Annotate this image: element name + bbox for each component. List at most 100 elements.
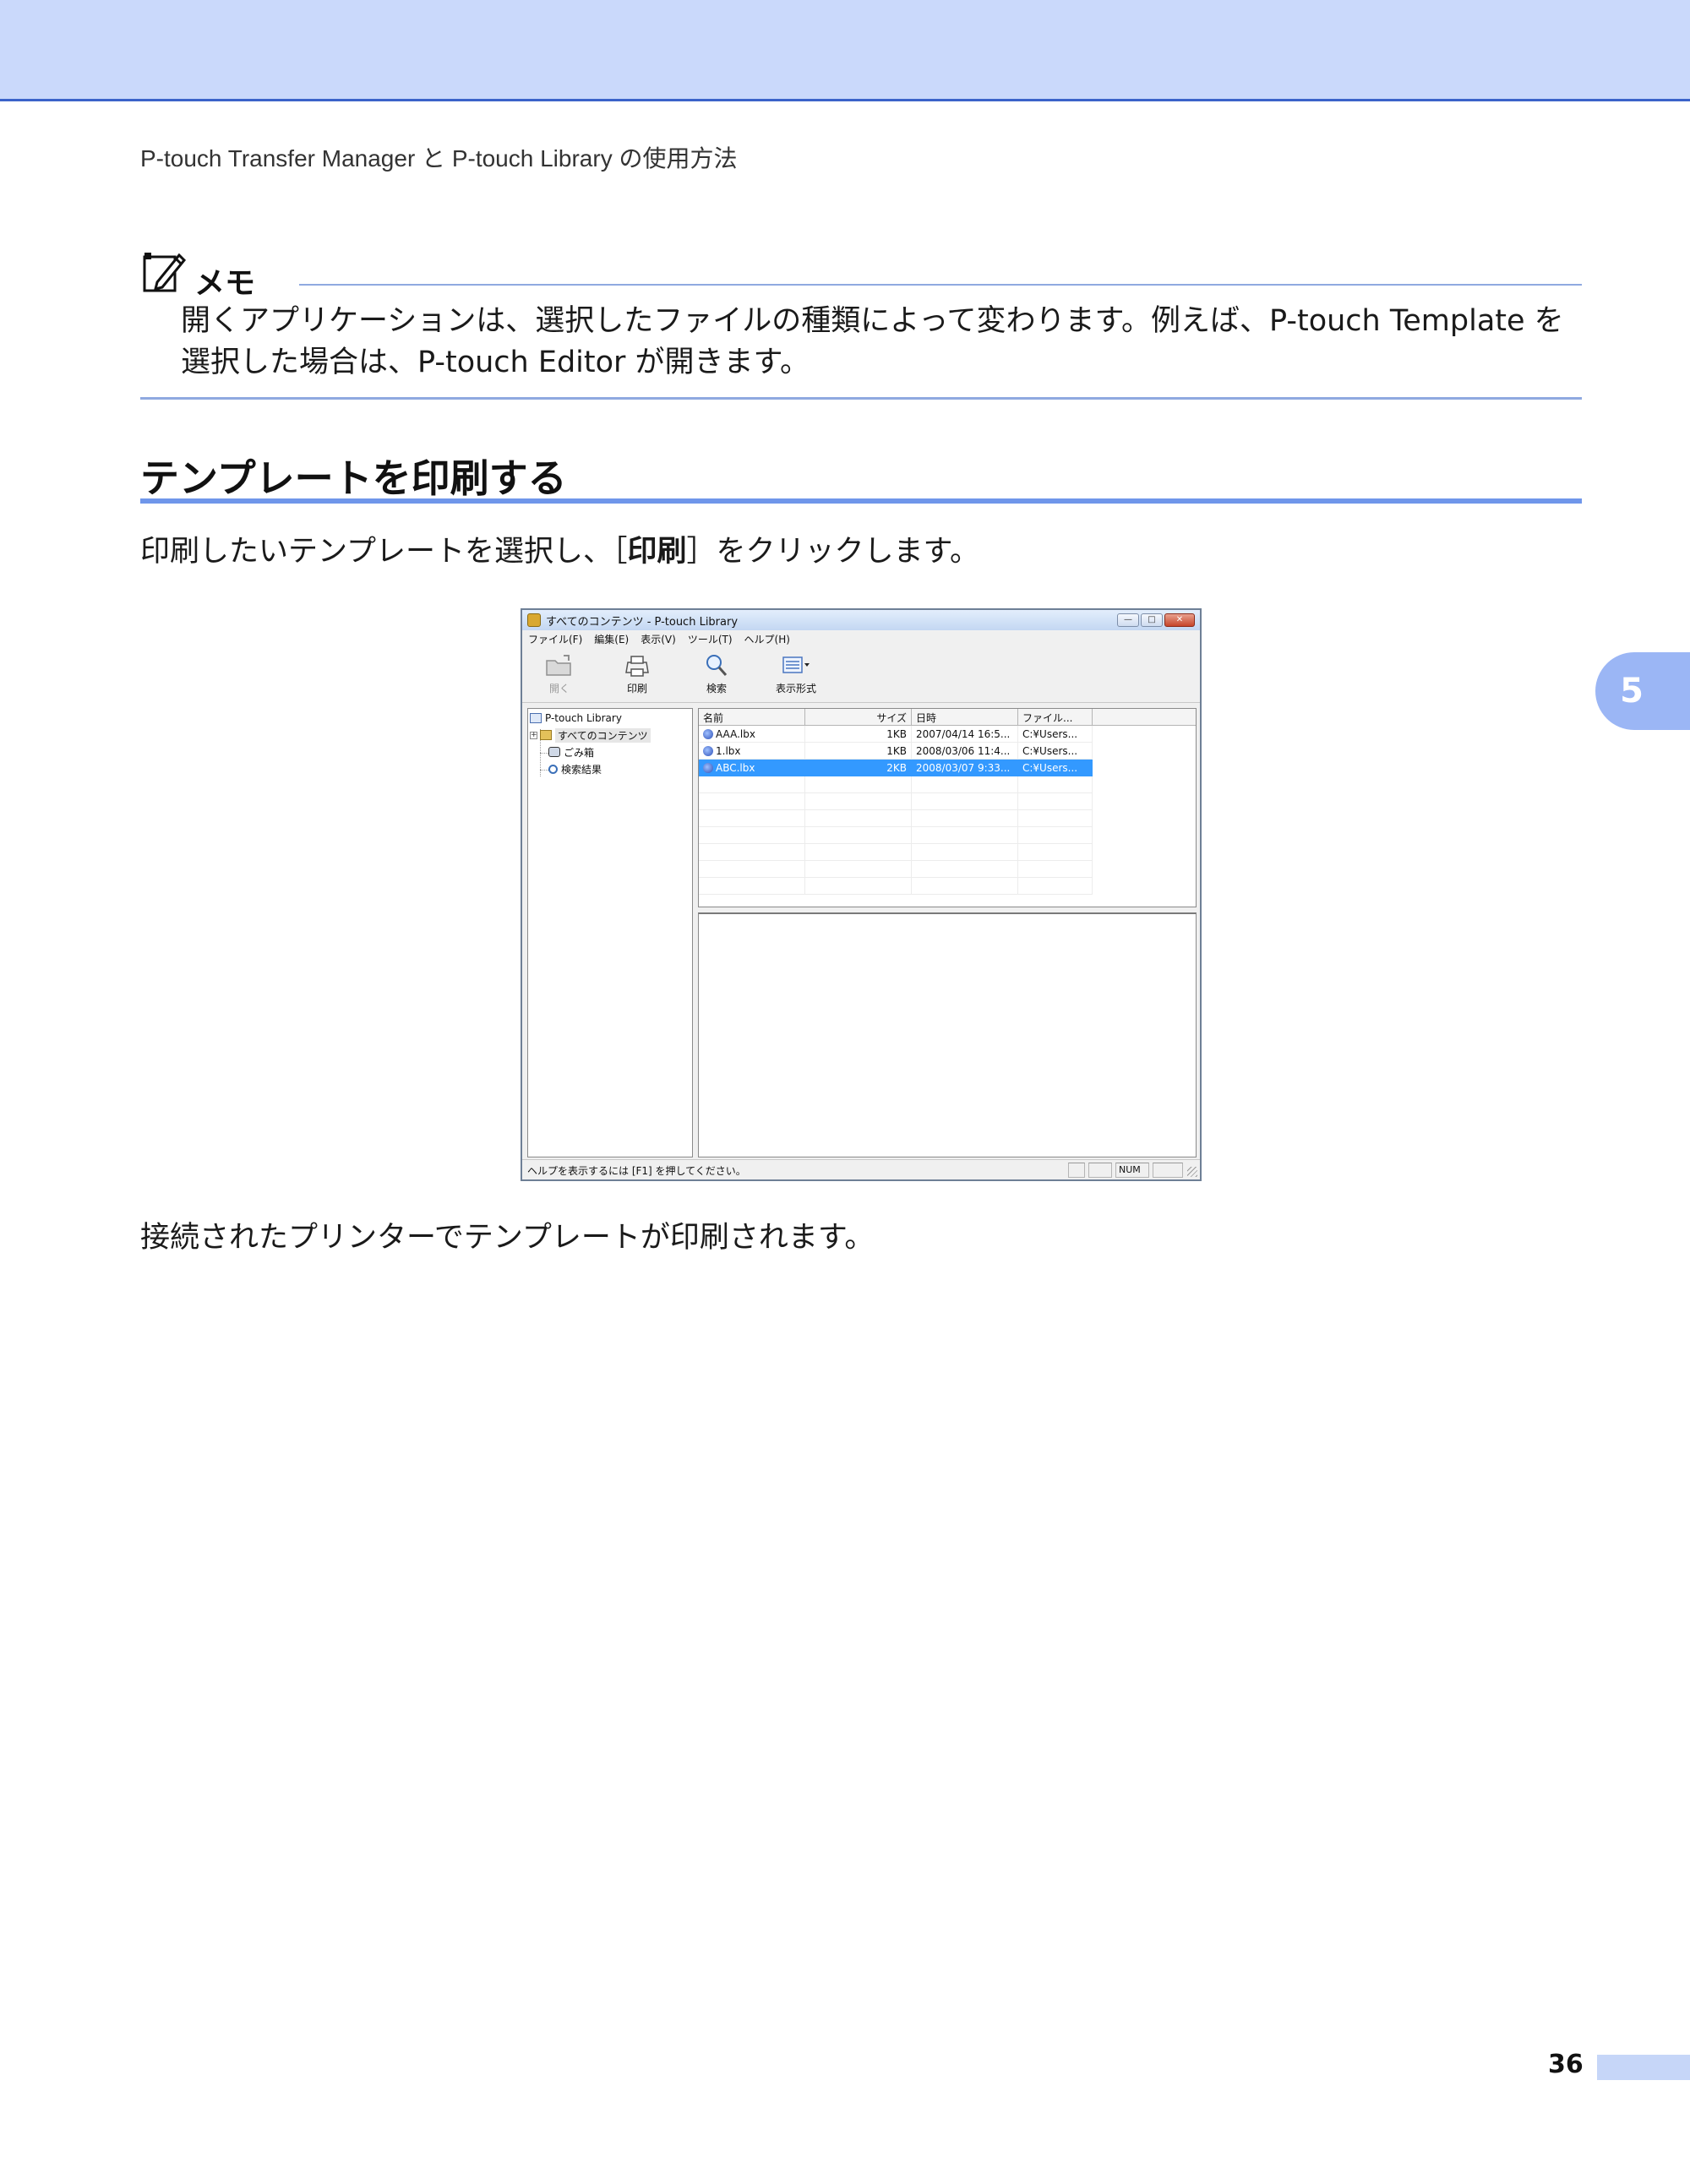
tree-item-search-results-label: 検索結果	[561, 763, 602, 776]
printer-icon	[625, 656, 649, 677]
view-mode-button[interactable]: 表示形式	[762, 651, 830, 695]
table-row[interactable]: AAA.lbx 1KB 2007/04/14 16:5... C:¥Users.…	[699, 726, 1196, 743]
lbx-file-icon	[703, 729, 713, 739]
empty-cell	[805, 827, 912, 844]
memo-text: 開くアプリケーションは、選択したファイルの種類によって変わります。例えば、P-t…	[181, 304, 1564, 379]
window-title: すべてのコンテンツ - P-touch Library	[546, 615, 739, 629]
search-button[interactable]: 検索	[683, 651, 750, 695]
empty-list-row	[699, 844, 1196, 861]
folder-tree: P-touch Library + すべてのコンテンツ ごみ箱 検索結果	[527, 708, 693, 1157]
menu-file[interactable]: ファイル(F)	[522, 632, 588, 646]
cell-file: C:¥Users...	[1018, 760, 1093, 776]
memo-divider-top	[299, 284, 1582, 286]
minimize-button[interactable]: —	[1117, 613, 1139, 627]
instruction-after: ］をクリックします。	[686, 535, 979, 569]
tree-item-root[interactable]: P-touch Library	[530, 711, 622, 726]
empty-cell	[699, 793, 805, 810]
result-text: 接続されたプリンターでテンプレートが印刷されます。	[140, 1221, 875, 1255]
table-row-selected[interactable]: ABC.lbx 2KB 2008/03/07 9:33... C:¥Users.…	[699, 760, 1196, 776]
menubar: ファイル(F) 編集(E) 表示(V) ツール(T) ヘルプ(H)	[522, 630, 1200, 647]
tree-item-trash-label: ごみ箱	[564, 746, 595, 759]
p-touch-library-window: すべてのコンテンツ - P-touch Library — □ ✕ ファイル(F…	[521, 608, 1202, 1181]
empty-cell	[699, 878, 805, 895]
tree-item-search-results[interactable]: 検索結果	[548, 761, 602, 776]
instruction-bold: 印刷	[627, 535, 687, 569]
empty-cell	[912, 861, 1018, 878]
empty-list-row	[699, 793, 1196, 810]
folder-icon	[540, 730, 552, 740]
lbx-file-icon	[703, 746, 713, 756]
top-header-band	[0, 0, 1690, 101]
expand-icon[interactable]: +	[530, 731, 537, 739]
empty-cell	[912, 827, 1018, 844]
page-number: 36	[1548, 2050, 1584, 2079]
empty-list-row	[699, 861, 1196, 878]
section-heading: テンプレートを印刷する	[140, 455, 567, 501]
tree-item-all-contents-label: すべてのコンテンツ	[555, 727, 651, 743]
lbx-file-icon	[703, 763, 713, 773]
running-header: P-touch Transfer Manager と P-touch Libra…	[140, 145, 738, 172]
empty-cell	[1018, 861, 1093, 878]
memo-divider-bottom	[140, 397, 1582, 400]
file-list: 名前 サイズ 日時 ファイル... AAA.lbx 1KB 2007/04/14…	[698, 708, 1197, 907]
empty-cell	[1018, 776, 1093, 793]
library-icon	[530, 713, 542, 723]
memo-pencil-icon	[143, 253, 187, 292]
open-folder-icon	[546, 655, 571, 676]
empty-cell	[912, 878, 1018, 895]
empty-cell	[1018, 810, 1093, 827]
column-name[interactable]: 名前	[699, 709, 805, 726]
memo-title: メモ	[194, 266, 256, 301]
print-button[interactable]: 印刷	[603, 651, 671, 695]
search-icon	[706, 655, 728, 676]
menu-tools[interactable]: ツール(T)	[682, 632, 739, 646]
status-cell-scroll	[1153, 1163, 1183, 1178]
empty-cell	[912, 776, 1018, 793]
cell-name: 1.lbx	[716, 745, 741, 757]
print-label: 印刷	[626, 683, 647, 694]
empty-list-row	[699, 827, 1196, 844]
column-size[interactable]: サイズ	[805, 709, 912, 726]
status-cell-caps	[1068, 1163, 1085, 1178]
tree-item-all-contents[interactable]: + すべてのコンテンツ	[530, 727, 651, 743]
resize-grip-icon[interactable]	[1187, 1167, 1197, 1177]
cell-size: 2KB	[805, 760, 912, 776]
empty-list-row	[699, 810, 1196, 827]
empty-cell	[805, 861, 912, 878]
view-list-icon	[782, 656, 810, 673]
trash-icon	[548, 747, 560, 757]
status-num: NUM	[1115, 1163, 1149, 1178]
cell-date: 2007/04/14 16:5...	[912, 726, 1018, 743]
column-filler	[1093, 709, 1196, 726]
empty-cell	[805, 793, 912, 810]
toolbar: 開く 印刷 検索 表示形式	[522, 647, 1200, 703]
section-heading-rule	[140, 498, 1582, 504]
cell-name: AAA.lbx	[716, 728, 755, 740]
status-help-text: ヘルプを表示するには [F1] を押してください。	[527, 1165, 746, 1177]
instruction-before: 印刷したいテンプレートを選択し、［	[140, 535, 628, 569]
column-file[interactable]: ファイル...	[1018, 709, 1093, 726]
search-results-icon	[548, 764, 558, 774]
menu-edit[interactable]: 編集(E)	[588, 632, 635, 646]
empty-cell	[805, 844, 912, 861]
maximize-button[interactable]: □	[1141, 613, 1163, 627]
empty-cell	[699, 844, 805, 861]
instruction-text: 印刷したいテンプレートを選択し、［印刷］をクリックします。	[140, 527, 979, 570]
open-button[interactable]: 開く	[526, 651, 593, 695]
tree-item-trash[interactable]: ごみ箱	[548, 744, 594, 760]
empty-cell	[912, 810, 1018, 827]
cell-file: C:¥Users...	[1018, 743, 1093, 760]
close-button[interactable]: ✕	[1164, 613, 1195, 627]
status-cell-kana	[1088, 1163, 1112, 1178]
column-date[interactable]: 日時	[912, 709, 1018, 726]
menu-help[interactable]: ヘルプ(H)	[739, 632, 796, 646]
cell-date: 2008/03/06 11:4...	[912, 743, 1018, 760]
tree-connector	[540, 753, 548, 754]
page-number-bar	[1597, 2055, 1690, 2080]
cell-size: 1KB	[805, 726, 912, 743]
app-icon	[527, 613, 541, 627]
menu-view[interactable]: 表示(V)	[635, 632, 682, 646]
table-row[interactable]: 1.lbx 1KB 2008/03/06 11:4... C:¥Users...	[699, 743, 1196, 760]
window-titlebar: すべてのコンテンツ - P-touch Library — □ ✕	[522, 610, 1200, 630]
empty-cell	[805, 878, 912, 895]
